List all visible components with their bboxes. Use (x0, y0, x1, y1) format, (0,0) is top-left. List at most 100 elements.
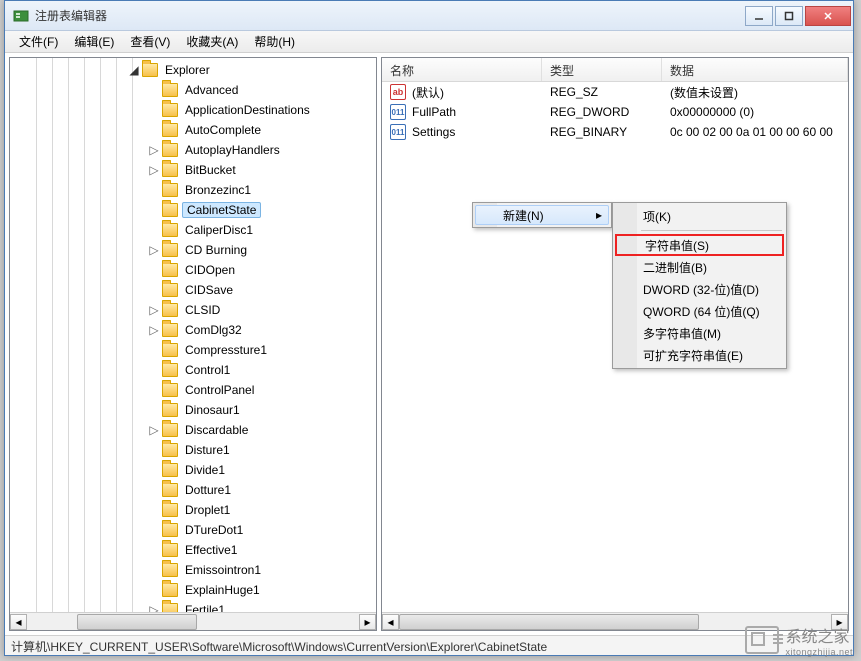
tree-item[interactable]: ControlPanel (10, 380, 376, 400)
menu-favorites[interactable]: 收藏夹(A) (178, 31, 246, 52)
col-name[interactable]: 名称 (382, 58, 542, 81)
folder-icon (162, 423, 178, 437)
expander-icon[interactable]: ▷ (148, 423, 160, 437)
scroll-left-icon[interactable]: ◂ (382, 614, 399, 630)
scroll-right-icon[interactable]: ▸ (359, 614, 376, 630)
tree-item[interactable]: CabinetState (10, 200, 376, 220)
maximize-button[interactable] (775, 6, 803, 26)
values-hscrollbar[interactable]: ◂ ▸ (382, 612, 848, 630)
tree-item[interactable]: Dinosaur1 (10, 400, 376, 420)
scroll-right-icon[interactable]: ▸ (831, 614, 848, 630)
menu-help[interactable]: 帮助(H) (246, 31, 303, 52)
context-menu-item[interactable]: 二进制值(B) (615, 256, 784, 278)
list-header: 名称 类型 数据 (382, 58, 848, 82)
tree-item[interactable]: Disture1 (10, 440, 376, 460)
context-menu-item[interactable]: 多字符串值(M) (615, 322, 784, 344)
tree-item[interactable]: CIDOpen (10, 260, 376, 280)
titlebar[interactable]: 注册表编辑器 (5, 1, 853, 31)
list-row[interactable]: 011FullPathREG_DWORD0x00000000 (0) (382, 102, 848, 122)
context-menu-item[interactable]: 字符串值(S) (615, 234, 784, 256)
context-menu-item-label: 项(K) (643, 208, 671, 225)
tree-item[interactable]: ▷Discardable (10, 420, 376, 440)
expander-icon[interactable]: ▷ (148, 163, 160, 177)
context-menu-item-new[interactable]: 新建(N) ▸ (475, 205, 609, 225)
menu-file[interactable]: 文件(F) (11, 31, 66, 52)
tree-item[interactable]: Dotture1 (10, 480, 376, 500)
context-menu-item[interactable]: 可扩充字符串值(E) (615, 344, 784, 366)
folder-icon (162, 163, 178, 177)
tree-item[interactable]: Droplet1 (10, 500, 376, 520)
context-menu-item-label: 可扩充字符串值(E) (643, 347, 743, 364)
minimize-button[interactable] (745, 6, 773, 26)
folder-icon (162, 303, 178, 317)
scroll-track[interactable] (27, 614, 359, 630)
context-menu-new[interactable]: 新建(N) ▸ (472, 202, 612, 228)
tree-item-label: Advanced (182, 83, 241, 97)
menu-edit[interactable]: 编辑(E) (66, 31, 122, 52)
scroll-thumb[interactable] (399, 614, 699, 630)
col-data[interactable]: 数据 (662, 58, 848, 81)
folder-icon (162, 123, 178, 137)
tree-item-parent[interactable]: ◢Explorer (10, 60, 376, 80)
registry-tree[interactable]: ◢Explorer Advanced ApplicationDestinations… (10, 58, 376, 612)
tree-item[interactable]: DTureDot1 (10, 520, 376, 540)
folder-icon (162, 463, 178, 477)
expander-icon[interactable]: ▷ (148, 303, 160, 317)
folder-icon (162, 223, 178, 237)
list-row[interactable]: 011SettingsREG_BINARY0c 00 02 00 0a 01 0… (382, 122, 848, 142)
tree-item[interactable]: ▷AutoplayHandlers (10, 140, 376, 160)
tree-item[interactable]: Advanced (10, 80, 376, 100)
value-icon: ab (390, 84, 406, 100)
tree-item-label: CLSID (182, 303, 223, 317)
tree-item[interactable]: Bronzezinc1 (10, 180, 376, 200)
context-menu-new-sub[interactable]: 项(K) 字符串值(S) 二进制值(B) DWORD (32-位)值(D)QWORD … (612, 202, 787, 369)
expander-icon[interactable]: ◢ (128, 63, 140, 77)
folder-icon (162, 183, 178, 197)
col-type[interactable]: 类型 (542, 58, 662, 81)
expander-icon[interactable]: ▷ (148, 143, 160, 157)
tree-item-label: Compressture1 (182, 343, 270, 357)
expander-icon[interactable]: ▷ (148, 603, 160, 612)
list-row[interactable]: ab(默认)REG_SZ(数值未设置) (382, 82, 848, 102)
context-menu-item[interactable]: QWORD (64 位)值(Q) (615, 300, 784, 322)
tree-item[interactable]: CIDSave (10, 280, 376, 300)
value-name: FullPath (412, 105, 456, 119)
tree-item-label: Disture1 (182, 443, 233, 457)
expander-icon[interactable]: ▷ (148, 243, 160, 257)
context-menu-item-label: 二进制值(B) (643, 259, 707, 276)
tree-item[interactable]: Effective1 (10, 540, 376, 560)
scroll-thumb[interactable] (77, 614, 197, 630)
menu-view[interactable]: 查看(V) (122, 31, 178, 52)
scroll-left-icon[interactable]: ◂ (10, 614, 27, 630)
value-data: 0c 00 02 00 0a 01 00 00 60 00 (662, 125, 848, 139)
close-button[interactable] (805, 6, 851, 26)
tree-item[interactable]: ▷CD Burning (10, 240, 376, 260)
tree-item-label: CabinetState (182, 202, 261, 218)
folder-icon (162, 363, 178, 377)
folder-icon (162, 243, 178, 257)
tree-item[interactable]: Control1 (10, 360, 376, 380)
context-menu-item[interactable]: DWORD (32-位)值(D) (615, 278, 784, 300)
tree-item[interactable]: ▷ComDlg32 (10, 320, 376, 340)
tree-hscrollbar[interactable]: ◂ ▸ (10, 612, 376, 630)
value-name: (默认) (412, 84, 444, 101)
tree-item[interactable]: ▷BitBucket (10, 160, 376, 180)
tree-item[interactable]: ExplainHuge1 (10, 580, 376, 600)
tree-item-label: AutoComplete (182, 123, 264, 137)
tree-item[interactable]: ▷Fertile1 (10, 600, 376, 612)
tree-item[interactable]: Emissointron1 (10, 560, 376, 580)
tree-item[interactable]: ▷ CLSID (10, 300, 376, 320)
tree-item-label: Bronzezinc1 (182, 183, 254, 197)
folder-icon (162, 523, 178, 537)
tree-item[interactable]: Divide1 (10, 460, 376, 480)
tree-item[interactable]: CaliperDisc1 (10, 220, 376, 240)
tree-item-label: Dinosaur1 (182, 403, 243, 417)
scroll-track[interactable] (399, 614, 831, 630)
tree-item[interactable]: Compressture1 (10, 340, 376, 360)
tree-item[interactable]: ApplicationDestinations (10, 100, 376, 120)
context-menu-item[interactable]: 项(K) (615, 205, 784, 227)
app-icon (13, 8, 29, 24)
expander-icon[interactable]: ▷ (148, 323, 160, 337)
folder-icon (162, 263, 178, 277)
tree-item[interactable]: AutoComplete (10, 120, 376, 140)
